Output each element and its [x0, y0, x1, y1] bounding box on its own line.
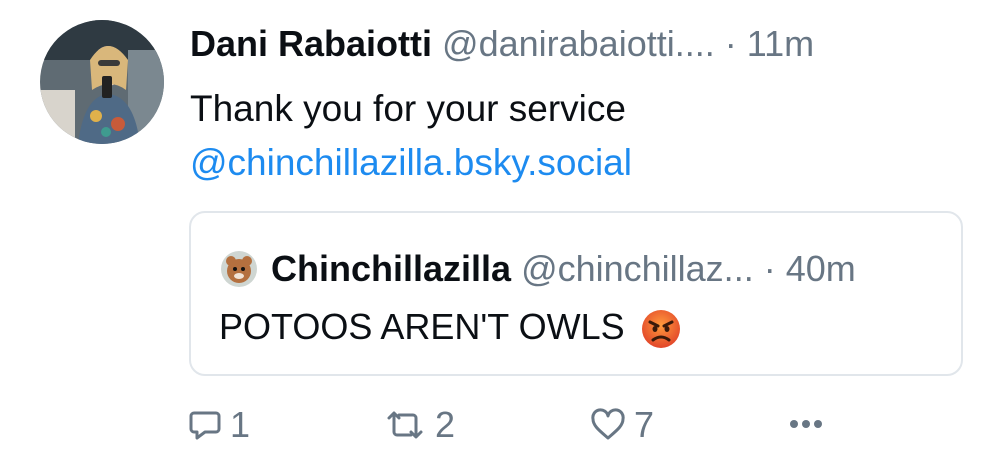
reply-icon: [189, 411, 221, 440]
post-actions: 1 2 7: [0, 400, 1000, 450]
author-name[interactable]: Dani Rabaiotti: [190, 23, 432, 64]
quoted-author-name[interactable]: Chinchillazilla: [271, 248, 511, 289]
quoted-author-handle[interactable]: @chinchillaz...: [521, 248, 754, 289]
heart-icon: [591, 408, 625, 440]
post-header: Dani Rabaiotti @danirabaiotti.... · 11m: [190, 22, 814, 66]
repost-button[interactable]: 2: [383, 404, 455, 446]
quoted-post[interactable]: Chinchillazilla @chinchillaz... · 40m PO…: [189, 211, 963, 376]
quoted-author-avatar[interactable]: [221, 251, 257, 287]
reply-button[interactable]: 1: [188, 404, 250, 446]
post-time[interactable]: · 11m: [725, 23, 814, 64]
angry-face-icon: [641, 309, 681, 349]
mention-link[interactable]: @chinchillazilla.bsky.social: [190, 136, 632, 190]
author-avatar[interactable]: [40, 20, 164, 144]
like-button[interactable]: 7: [590, 404, 654, 446]
quoted-header: Chinchillazilla @chinchillaz... · 40m: [271, 247, 856, 291]
reply-count: 1: [230, 404, 251, 445]
post-text-line: Thank you for your service: [190, 88, 626, 129]
quoted-text-content: POTOOS AREN'T OWLS: [219, 306, 625, 347]
post-text: Thank you for your service @chinchillazi…: [190, 82, 632, 190]
repost-icon: [387, 411, 423, 439]
quoted-text: POTOOS AREN'T OWLS: [219, 305, 681, 349]
more-icon: [790, 420, 822, 428]
more-options-button[interactable]: [788, 418, 824, 430]
like-count: 7: [634, 404, 655, 445]
quoted-post-time[interactable]: · 40m: [764, 248, 856, 289]
author-handle[interactable]: @danirabaiotti....: [442, 23, 715, 64]
repost-count: 2: [435, 404, 456, 445]
